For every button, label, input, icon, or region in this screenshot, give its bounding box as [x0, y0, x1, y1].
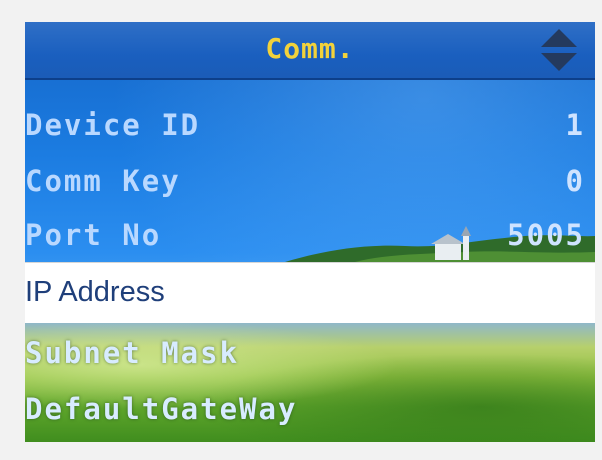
menu-item-device-id[interactable]: Device ID 1: [25, 100, 595, 152]
up-down-arrows-icon[interactable]: [537, 27, 581, 73]
menu-item-label: DefaultGateWay: [25, 392, 298, 426]
device-frame: Comm. Device ID 1 Comm Key 0 Port No 500…: [0, 0, 602, 460]
menu-item-label: Device ID: [25, 108, 201, 142]
menu-item-label: IP Address: [25, 276, 165, 308]
device-screen: Comm. Device ID 1 Comm Key 0 Port No 500…: [25, 22, 595, 442]
menu-item-comm-key[interactable]: Comm Key 0: [25, 156, 595, 208]
menu-item-label: Port No: [25, 218, 162, 252]
title-bar: Comm.: [25, 22, 595, 80]
menu-item-subnet-mask[interactable]: Subnet Mask: [25, 328, 595, 380]
menu-item-port-no[interactable]: Port No 5005: [25, 210, 595, 262]
menu-item-label: Comm Key: [25, 164, 181, 198]
menu-item-default-gateway[interactable]: DefaultGateWay: [25, 384, 595, 436]
menu-item-value: 5005: [507, 218, 585, 252]
menu-item-value: 1: [565, 108, 585, 142]
menu-item-ip-address[interactable]: IP Address: [25, 262, 595, 324]
menu-item-label: Subnet Mask: [25, 336, 240, 370]
page-title: Comm.: [265, 32, 355, 65]
menu-item-value: 0: [565, 164, 585, 198]
